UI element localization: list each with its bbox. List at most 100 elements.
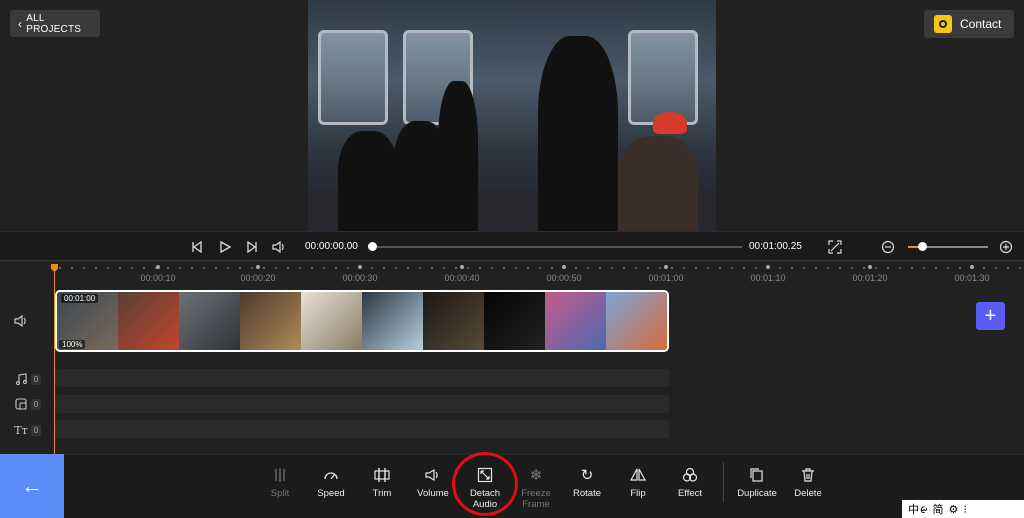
effect-icon [681,466,699,484]
rotate-button[interactable]: ↻ Rotate [559,466,615,514]
trim-button[interactable]: Trim [354,466,410,514]
overlay-lane[interactable] [55,395,669,413]
ruler-marker [156,265,160,269]
ruler-label: 00:01:10 [750,273,786,283]
volume-icon[interactable] [270,238,288,256]
ruler-marker [664,265,668,269]
skip-back-icon[interactable] [188,238,206,256]
ruler-label: 00:00:10 [140,273,176,283]
playhead[interactable] [54,264,55,454]
fullscreen-icon[interactable] [826,238,844,256]
clip-thumbnail [301,292,362,350]
duplicate-icon [748,466,766,484]
ruler-label: 00:00:20 [240,273,276,283]
freeze-frame-label: Freeze Frame [521,488,551,510]
split-label: Split [270,488,290,499]
split-button[interactable]: Split [252,466,308,514]
volume-label: Volume [417,488,449,499]
ruler-marker [460,265,464,269]
skip-forward-icon[interactable] [243,238,261,256]
preview-figure [618,136,698,231]
effect-label: Effect [677,488,703,499]
clip-thumbnail [362,292,423,350]
preview-figure [538,36,618,231]
support-icon [934,15,952,33]
preview-red-hat [653,112,687,134]
flip-label: Flip [630,488,646,499]
contact-button[interactable]: Contact [924,10,1014,38]
all-projects-label: ALL PROJECTS [26,12,82,35]
ruler-marker [256,265,260,269]
video-preview[interactable] [308,0,716,231]
play-icon[interactable] [216,238,234,256]
flip-icon [629,466,647,484]
clip-duration: 00:01:00 [61,294,99,303]
scrub-track[interactable] [372,246,742,248]
duplicate-button[interactable]: Duplicate [729,466,785,514]
chevron-left-icon: ‹ [18,16,23,31]
detach-audio-highlight [452,452,518,516]
delete-button[interactable]: Delete [780,466,836,514]
delete-label: Delete [794,488,822,499]
video-track-volume-icon[interactable] [14,314,28,328]
ruler-marker [358,265,362,269]
trash-icon [799,466,817,484]
clip-thumbnail [484,292,545,350]
all-projects-button[interactable]: ‹ ALL PROJECTS [10,10,100,37]
overlay-track-count: 0 [31,399,41,410]
ruler-label: 00:00:30 [342,273,378,283]
preview-window [628,30,698,125]
back-nav-button[interactable]: ← [0,454,64,518]
ruler-marker [766,265,770,269]
text-icon[interactable]: Tт [14,423,28,437]
clip-thumbnail [545,292,606,350]
ruler-marker [970,265,974,269]
zoom-in-icon[interactable] [997,238,1015,256]
music-icon[interactable] [14,372,28,386]
contact-label: Contact [960,17,1002,31]
rotate-label: Rotate [573,488,601,499]
clip-thumbnail [179,292,240,350]
ruler-label: 00:01:00 [648,273,684,283]
arrow-left-icon: ← [21,473,43,498]
clip-thumbnail [118,292,179,350]
split-icon [271,466,289,484]
clip-thumbnail [423,292,484,350]
flip-button[interactable]: Flip [610,466,666,514]
ime-text: 中ᰡ 简 ⚙ ⁝ [908,503,968,516]
speed-button[interactable]: Speed [303,466,359,514]
toolbar-divider [723,462,724,502]
ruler-label: 00:00:50 [546,273,582,283]
clip-thumbnail [240,292,301,350]
audio-lane[interactable] [55,369,669,387]
ruler-marker [562,265,566,269]
ruler-label: 00:00:40 [444,273,480,283]
zoom-slider-handle[interactable] [918,242,927,251]
text-track-count: 0 [31,425,41,436]
effect-button[interactable]: Effect [662,466,718,514]
preview-figure [438,81,478,231]
video-clip[interactable]: 00:01:00 100% [55,290,669,352]
current-time: 00:00:00.00 [305,241,358,252]
preview-figure [338,131,398,231]
text-lane[interactable] [55,420,669,438]
plus-icon: + [984,304,997,327]
clip-thumbnail [606,292,667,350]
trim-icon [373,466,391,484]
speaker-icon [424,466,442,484]
video-editor: ‹ ALL PROJECTS Contact 00:00:00.00 00:01… [0,0,1024,518]
add-media-button[interactable]: + [976,302,1005,330]
playback-bar: 00:00:00.00 00:01:00.25 [0,231,1024,261]
ruler-label: 00:01:20 [852,273,888,283]
ime-toolbar[interactable]: 中ᰡ 简 ⚙ ⁝ [902,500,1024,518]
timeline-ruler[interactable]: 00:00:10 00:00:20 00:00:30 00:00:40 00:0… [54,262,1024,284]
speed-label: Speed [317,488,345,499]
duplicate-label: Duplicate [737,488,777,499]
snowflake-icon: ❄ [529,466,543,484]
trim-label: Trim [372,488,392,499]
preview-window [318,30,388,125]
ruler-dots [54,266,1024,270]
zoom-out-icon[interactable] [879,238,897,256]
scrub-handle[interactable] [368,242,377,251]
overlay-icon[interactable] [14,397,28,411]
